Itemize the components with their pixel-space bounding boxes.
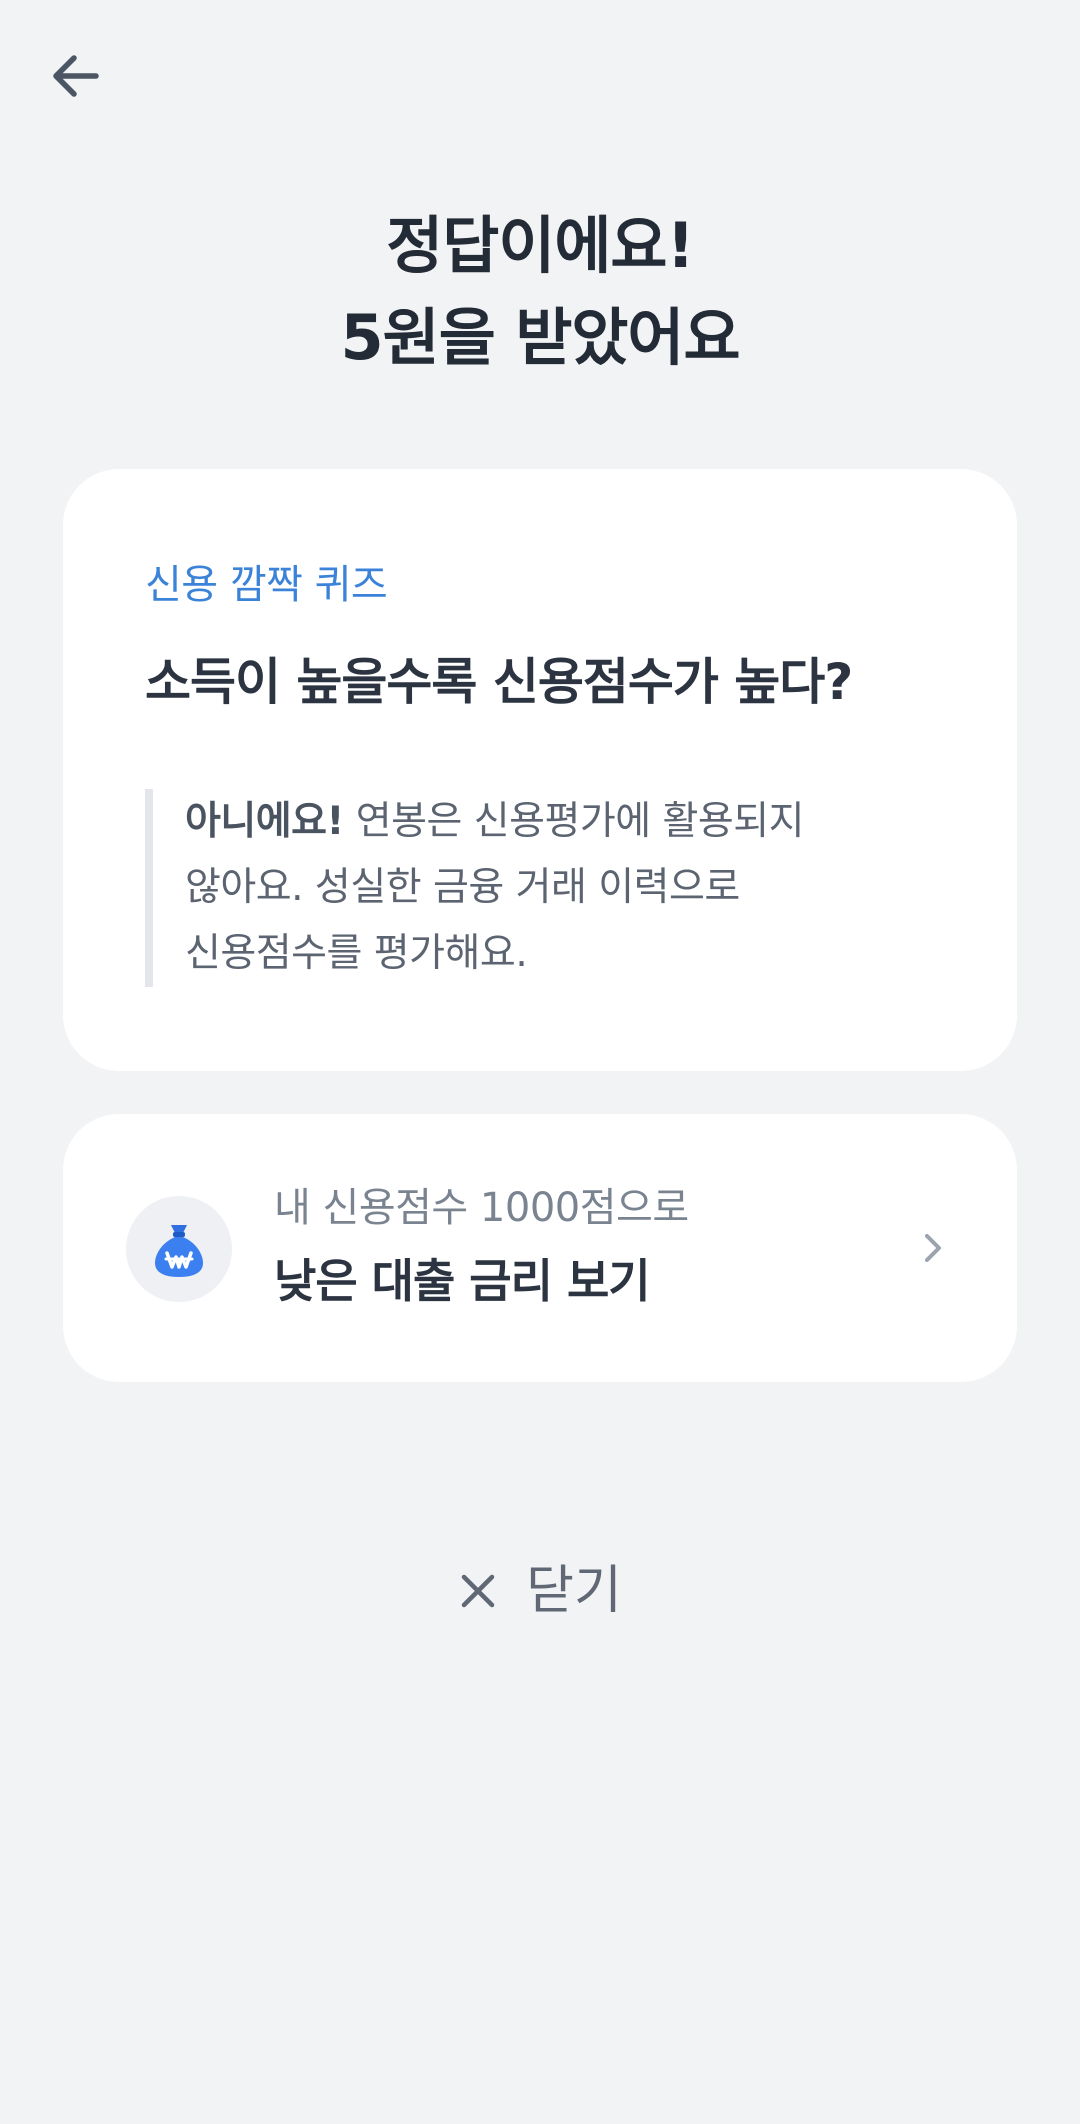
title-line-1: 정답이에요! xyxy=(386,209,694,282)
money-bag-icon xyxy=(155,1225,203,1277)
back-button[interactable] xyxy=(40,40,112,112)
answer-line-3: 신용점수를 평가해요. xyxy=(185,931,528,976)
page-title: 정답이에요! 5원을 받았어요 xyxy=(0,200,1080,384)
quiz-answer: 아니에요! 연봉은 신용평가에 활용되지 않아요. 성실한 금융 거래 이력으로… xyxy=(145,789,965,987)
arrow-left-icon xyxy=(53,55,99,97)
money-bag-icon-wrap xyxy=(126,1196,232,1302)
loan-card-title: 낮은 대출 금리 보기 xyxy=(274,1254,651,1308)
close-button[interactable]: 닫기 xyxy=(0,1555,1080,1627)
quiz-question: 소득이 높을수록 신용점수가 높다? xyxy=(145,653,853,711)
close-label: 닫기 xyxy=(526,1561,622,1621)
answer-text-1: 연봉은 신용평가에 활용되지 xyxy=(343,799,805,844)
answer-line-2: 않아요. 성실한 금융 거래 이력으로 xyxy=(185,865,740,910)
answer-strong: 아니에요! xyxy=(185,799,344,844)
quiz-card: 신용 깜짝 퀴즈 소득이 높을수록 신용점수가 높다? 아니에요! 연봉은 신용… xyxy=(63,469,1017,1071)
answer-line-1: 아니에요! 연봉은 신용평가에 활용되지 xyxy=(185,789,965,855)
loan-card-subtitle: 내 신용점수 1000점으로 xyxy=(274,1185,689,1231)
quiz-label: 신용 깜짝 퀴즈 xyxy=(145,562,388,608)
close-icon xyxy=(461,1574,495,1608)
title-line-2: 5원을 받았어요 xyxy=(340,301,741,374)
chevron-right-icon xyxy=(925,1234,941,1262)
loan-rate-card[interactable]: 내 신용점수 1000점으로 낮은 대출 금리 보기 xyxy=(63,1114,1017,1382)
